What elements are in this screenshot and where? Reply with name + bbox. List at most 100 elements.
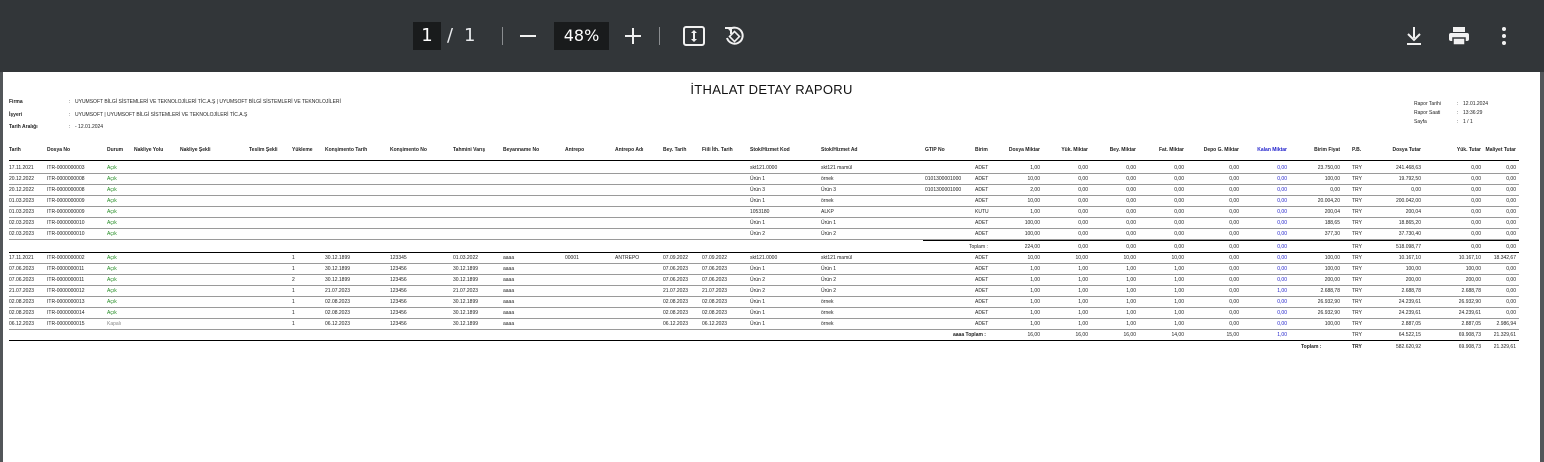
total-value: 0,00 <box>1506 244 1516 250</box>
table-cell: 0,00 <box>1506 266 1516 272</box>
row-divider <box>9 195 1519 196</box>
download-button[interactable] <box>1398 20 1430 52</box>
meta-label: Rapor Saati <box>1414 110 1441 116</box>
table-cell: skt121 mamül <box>821 255 853 261</box>
meta-colon: : <box>1457 110 1459 116</box>
table-cell: 07.06.2023 <box>663 277 689 283</box>
table-cell: 0,00 <box>1506 198 1516 204</box>
column-header: Antrepo <box>565 147 585 153</box>
grand-total-label: Toplam : <box>1301 344 1322 350</box>
row-divider <box>9 296 1519 297</box>
table-cell: 123456 <box>390 299 407 305</box>
table-cell: 00001 <box>565 255 579 261</box>
table-cell: Açık <box>107 176 117 182</box>
table-cell: 21.07.2023 <box>9 288 35 294</box>
table-cell: 30.12.1899 <box>325 266 351 272</box>
table-cell: ALKP <box>821 209 834 215</box>
column-header: Antrepo Adı <box>615 147 644 153</box>
table-cell: ITR-0000000008 <box>47 187 85 193</box>
table-cell: 02.08.2023 <box>9 299 35 305</box>
row-divider <box>9 217 1519 218</box>
table-cell: 2 <box>292 277 295 283</box>
table-cell: 01.03.2022 <box>453 255 479 261</box>
table-cell: 21.07.2023 <box>663 288 689 294</box>
meta-value: 1 / 1 <box>1463 119 1473 125</box>
meta-colon: : <box>69 124 71 130</box>
column-header: Tahmini Varış <box>453 147 486 153</box>
table-cell: 02.08.2023 <box>663 299 689 305</box>
column-header: Bey. Tarih <box>663 147 687 153</box>
table-cell: 02.08.2023 <box>325 299 351 305</box>
rotate-icon <box>725 26 744 45</box>
table-cell: 0,00 <box>1506 299 1516 305</box>
more-vertical-icon <box>1502 27 1506 45</box>
column-header: Teslim Şekli <box>249 147 278 153</box>
meta-colon: : <box>69 112 71 118</box>
table-cell: 0,00 <box>1506 209 1516 215</box>
table-cell: ITR-0000000015 <box>47 321 85 327</box>
table-cell: 123456 <box>390 288 407 294</box>
column-header: Birim Fiyat <box>1314 147 1340 153</box>
column-header: Durum <box>107 147 124 153</box>
table-cell: Ürün 1 <box>821 266 837 272</box>
table-cell: 0,00 <box>1506 288 1516 294</box>
table-cell: 200,00 <box>1324 277 1340 283</box>
table-cell: Açık <box>107 299 117 305</box>
table-cell: örnek <box>821 299 834 305</box>
table-cell: ITR-0000000011 <box>47 277 85 283</box>
table-cell: 02.03.2023 <box>9 231 35 237</box>
table-cell: 07.06.2023 <box>9 266 35 272</box>
table-cell: Açık <box>107 288 117 294</box>
table-cell: 123456 <box>390 266 407 272</box>
table-cell: 0,00 <box>1506 277 1516 283</box>
table-cell: 1 <box>292 321 295 327</box>
table-cell: ITR-0000000013 <box>47 299 85 305</box>
table-cell: ITR-0000000009 <box>47 209 85 215</box>
pdf-page: İTHALAT DETAY RAPORU Firma: UYUMSOFT BİLG… <box>3 72 1540 462</box>
zoom-in-button[interactable] <box>617 20 649 52</box>
row-divider <box>9 184 1519 185</box>
table-cell: Ürün 2 <box>750 231 766 237</box>
page-number-input[interactable]: 1 <box>413 22 441 50</box>
table-cell: 0101300001000 <box>925 187 962 193</box>
more-actions-button[interactable] <box>1488 20 1520 52</box>
rotate-button[interactable] <box>718 20 750 52</box>
table-cell: 1 <box>292 310 295 316</box>
table-cell: ITR-0000000010 <box>47 220 85 226</box>
table-cell: 100,00 <box>1324 266 1340 272</box>
total-pages: 1 <box>464 25 476 46</box>
header-rule <box>9 160 1519 161</box>
table-cell: Kapalı <box>107 321 122 327</box>
table-cell: 20.12.2022 <box>9 187 35 193</box>
column-header: Konşimento No <box>390 147 427 153</box>
table-cell: 377,30 <box>1324 231 1340 237</box>
table-cell: 07.06.2023 <box>702 277 728 283</box>
pdf-toolbar: 1 / 1 48% <box>0 0 1544 72</box>
table-cell: Ürün 1 <box>750 176 766 182</box>
table-cell: Ürün 3 <box>821 187 837 193</box>
row-divider <box>9 173 1519 174</box>
table-cell: ITR-0000000008 <box>47 176 85 182</box>
table-cell: skt121 mamül <box>821 165 853 171</box>
zoom-level-input[interactable]: 48% <box>554 22 609 50</box>
table-cell: Ürün 2 <box>821 288 837 294</box>
table-cell: Ürün 1 <box>750 299 766 305</box>
total-value: 21.329,61 <box>1493 332 1516 338</box>
column-header: Yükleme <box>292 147 313 153</box>
table-cell: ITR-0000000002 <box>47 255 85 261</box>
print-button[interactable] <box>1443 20 1475 52</box>
meta-colon: : <box>1457 119 1459 125</box>
meta-label: Sayfa <box>1414 119 1427 125</box>
column-header: Fiili İth. Tarih <box>702 147 733 153</box>
table-cell: 26.932,90 <box>1317 299 1340 305</box>
table-cell: ANTREPO <box>615 255 640 261</box>
table-cell: Açık <box>107 277 117 283</box>
column-header: Dosya No <box>47 147 71 153</box>
table-cell: 06.12.2023 <box>702 321 728 327</box>
table-cell: 02.03.2023 <box>9 220 35 226</box>
fit-page-button[interactable] <box>678 20 710 52</box>
zoom-out-button[interactable] <box>512 20 544 52</box>
meta-colon: : <box>69 99 71 105</box>
table-cell: 1 <box>292 255 295 261</box>
table-cell: örnek <box>821 321 834 327</box>
